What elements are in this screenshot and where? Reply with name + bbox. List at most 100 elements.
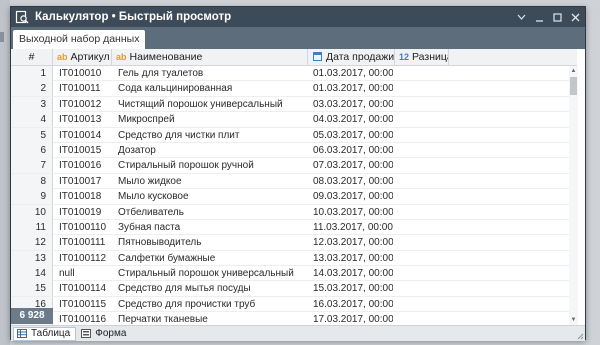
table-row[interactable]: 3 IT010012 Чистящий порошок универсальный 0… [11, 96, 577, 113]
cell-article[interactable]: IT010012 [59, 97, 113, 112]
column-header-name[interactable]: ab Наименование [112, 49, 308, 66]
cell-name[interactable]: Средство для мытья посуды [118, 281, 306, 296]
cell-date[interactable]: 16.03.2017, 00:00 [313, 297, 393, 312]
column-header-article[interactable]: ab Артикул [53, 49, 112, 66]
tab-output-dataset[interactable]: Выходной набор данных [13, 30, 146, 49]
row-number[interactable]: 12 [11, 235, 53, 251]
row-number[interactable]: 1 [11, 66, 53, 81]
cell-article[interactable]: IT010013 [59, 112, 113, 127]
row-number[interactable]: 9 [11, 189, 53, 205]
row-number[interactable]: 5 [11, 127, 53, 143]
column-header-number[interactable]: # [11, 49, 53, 66]
window-titlebar[interactable]: Калькулятор • Быстрый просмотр [11, 7, 585, 27]
cell-name[interactable]: Мыло жидкое [118, 174, 306, 189]
cell-article[interactable]: IT0100115 [59, 297, 113, 312]
table-row[interactable]: 7 IT010016 Стиральный порошок ручной 07.03.… [11, 158, 577, 174]
table-row[interactable]: 8 IT010017 Мыло жидкое 08.03.2017, 00:00 [11, 173, 577, 190]
cell-name[interactable]: Микроспрей [118, 112, 306, 127]
cell-date[interactable]: 13.03.2017, 00:00 [313, 251, 393, 266]
maximize-icon[interactable] [549, 9, 565, 25]
cell-date[interactable]: 15.03.2017, 00:00 [313, 281, 393, 296]
row-number[interactable]: 4 [11, 112, 53, 128]
cell-article[interactable]: IT010019 [59, 205, 113, 220]
table-row[interactable]: 12 IT0100111 Пятновыводитель 12.03.2017, 00… [11, 235, 577, 251]
cell-article[interactable]: IT010017 [59, 174, 113, 189]
cell-article[interactable]: IT010010 [59, 66, 113, 81]
cell-name[interactable]: Зубная паста [118, 220, 306, 235]
cell-name[interactable]: Отбеливатель [118, 205, 306, 220]
cell-date[interactable]: 08.03.2017, 00:00 [313, 174, 393, 189]
row-number[interactable]: 14 [11, 266, 53, 282]
cell-date[interactable]: 01.03.2017, 00:00 [313, 81, 393, 96]
cell-article[interactable]: IT0100110 [59, 220, 113, 235]
cell-name[interactable]: Перчатки тканевые [118, 312, 306, 325]
cell-article[interactable]: IT0100116 [59, 312, 113, 325]
scroll-up-icon[interactable]: ▲ [569, 68, 578, 74]
table-row[interactable]: 11 IT0100110 Зубная паста 11.03.2017, 00:00 [11, 219, 577, 236]
close-icon[interactable] [567, 9, 583, 25]
table-row[interactable]: 15 IT0100114 Средство для мытья посуды 15.0… [11, 281, 577, 297]
table-row[interactable]: 16 IT0100115 Средство для прочистки труб 16… [11, 296, 577, 313]
cell-name[interactable]: Мыло кусковое [118, 189, 306, 204]
cell-date[interactable]: 03.03.2017, 00:00 [313, 97, 393, 112]
cell-article[interactable]: IT010014 [59, 128, 113, 143]
table-row[interactable]: 14 null Стиральный порошок универсальный 14… [11, 266, 577, 282]
cell-date[interactable]: 01.03.2017, 00:00 [313, 66, 393, 81]
cell-date[interactable]: 14.03.2017, 00:00 [313, 266, 393, 281]
cell-name[interactable]: Средство для прочистки труб [118, 297, 306, 312]
collapse-icon[interactable] [513, 9, 529, 25]
cell-name[interactable]: Средство для чистки плит [118, 128, 306, 143]
row-number[interactable]: 11 [11, 219, 53, 235]
cell-date[interactable]: 04.03.2017, 00:00 [313, 112, 393, 127]
table-row[interactable]: 1 IT010010 Гель для туалетов 01.03.2017, 00… [11, 66, 577, 82]
cell-name[interactable]: Дозатор [118, 143, 306, 158]
table-row[interactable]: 4 IT010013 Микроспрей 04.03.2017, 00:00 [11, 112, 577, 128]
table-row[interactable]: 5 IT010014 Средство для чистки плит 05.03.2… [11, 127, 577, 143]
cell-name[interactable]: Сода кальцинированная [118, 81, 306, 96]
cell-date[interactable]: 17.03.2017, 00:00 [313, 312, 393, 325]
row-number[interactable]: 2 [11, 81, 53, 97]
row-number[interactable]: 15 [11, 281, 53, 297]
tab-form-view[interactable]: Форма [78, 327, 131, 341]
row-number[interactable]: 8 [11, 173, 53, 189]
cell-name[interactable]: Чистящий порошок универсальный [118, 97, 306, 112]
cell-article[interactable]: IT010015 [59, 143, 113, 158]
cell-name[interactable]: Стиральный порошок универсальный [118, 266, 306, 281]
cell-article[interactable]: IT010018 [59, 189, 113, 204]
cell-name[interactable]: Салфетки бумажные [118, 251, 306, 266]
vertical-scrollbar[interactable]: ▲ ▼ [569, 66, 578, 325]
cell-date[interactable]: 06.03.2017, 00:00 [313, 143, 393, 158]
row-number[interactable]: 7 [11, 158, 53, 174]
scroll-down-icon[interactable]: ▼ [569, 317, 578, 323]
cell-name[interactable]: Гель для туалетов [118, 66, 306, 81]
row-number[interactable]: 6 [11, 142, 53, 158]
tab-table-view[interactable]: Таблица [13, 326, 77, 341]
table-row[interactable]: 17IT0100116Перчатки тканевые17.03.2017, … [11, 312, 577, 325]
row-number[interactable]: 13 [11, 250, 53, 266]
resize-grip-icon[interactable] [576, 332, 584, 340]
cell-article[interactable]: IT010011 [59, 81, 113, 96]
cell-article[interactable]: IT0100114 [59, 281, 113, 296]
table-row[interactable]: 9 IT010018 Мыло кусковое 09.03.2017, 00:00 [11, 189, 577, 205]
minimize-icon[interactable] [531, 9, 547, 25]
column-header-date[interactable]: Дата продажи [308, 49, 395, 66]
cell-date[interactable]: 09.03.2017, 00:00 [313, 189, 393, 204]
table-row[interactable]: 10 IT010019 Отбеливатель 10.03.2017, 00:00 [11, 204, 577, 220]
column-header-diff[interactable]: 12 Разница [395, 49, 449, 66]
cell-name[interactable]: Пятновыводитель [118, 235, 306, 250]
cell-article[interactable]: IT010016 [59, 158, 113, 173]
cell-date[interactable]: 07.03.2017, 00:00 [313, 158, 393, 173]
table-row[interactable]: 2 IT010011 Сода кальцинированная 01.03.2017… [11, 81, 577, 97]
row-number[interactable]: 3 [11, 96, 53, 112]
cell-name[interactable]: Стиральный порошок ручной [118, 158, 306, 173]
cell-date[interactable]: 12.03.2017, 00:00 [313, 235, 393, 250]
cell-date[interactable]: 05.03.2017, 00:00 [313, 128, 393, 143]
cell-article[interactable]: IT0100112 [59, 251, 113, 266]
table-row[interactable]: 6 IT010015 Дозатор 06.03.2017, 00:00 [11, 142, 577, 159]
table-row[interactable]: 13 IT0100112 Салфетки бумажные 13.03.2017, … [11, 250, 577, 267]
cell-article[interactable]: IT0100111 [59, 235, 113, 250]
cell-date[interactable]: 10.03.2017, 00:00 [313, 205, 393, 220]
scroll-thumb[interactable] [570, 77, 577, 95]
cell-date[interactable]: 11.03.2017, 00:00 [313, 220, 393, 235]
row-number[interactable]: 10 [11, 204, 53, 220]
